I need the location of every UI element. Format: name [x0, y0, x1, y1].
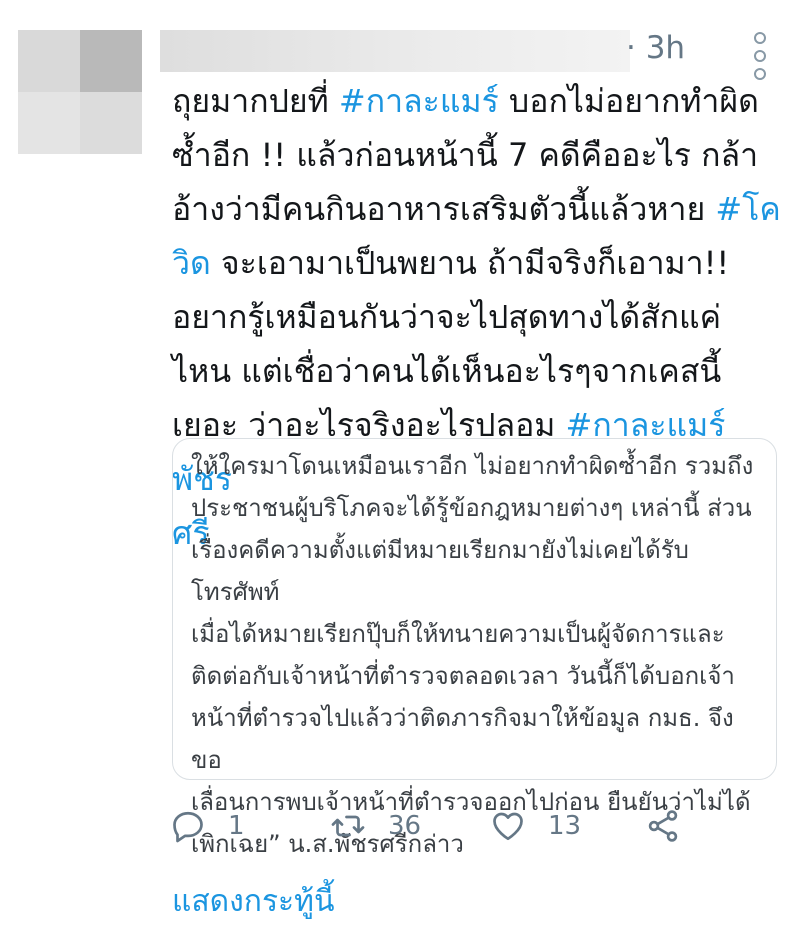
heart-icon [493, 812, 523, 841]
retweet-count: 36 [388, 811, 422, 841]
like-button[interactable]: 13 [490, 808, 581, 844]
reply-icon [173, 811, 203, 843]
show-thread-link[interactable]: แสดงกระทู้นี้ [172, 878, 334, 925]
more-options-icon[interactable] [750, 32, 770, 80]
avatar[interactable] [18, 30, 142, 154]
hashtag-link[interactable]: #กาละแมร์ [339, 82, 499, 120]
reply-button[interactable]: 1 [170, 808, 245, 844]
retweet-button[interactable]: 36 [330, 808, 421, 844]
share-button[interactable] [645, 808, 681, 844]
share-icon [648, 810, 678, 842]
reply-count: 1 [228, 811, 245, 841]
action-bar: 1 36 13 [170, 808, 710, 848]
blurred-username[interactable] [160, 30, 630, 72]
like-count: 13 [548, 811, 582, 841]
timestamp[interactable]: · 3h [626, 30, 685, 66]
retweet-icon [331, 815, 365, 837]
quoted-text-image[interactable]: ให้ใครมาโดนเหมือนเราอีก ไม่อยากทำผิดซ้ำอ… [172, 438, 777, 858]
tweet-text-segment: ถุยมากปยที่ [172, 82, 339, 120]
